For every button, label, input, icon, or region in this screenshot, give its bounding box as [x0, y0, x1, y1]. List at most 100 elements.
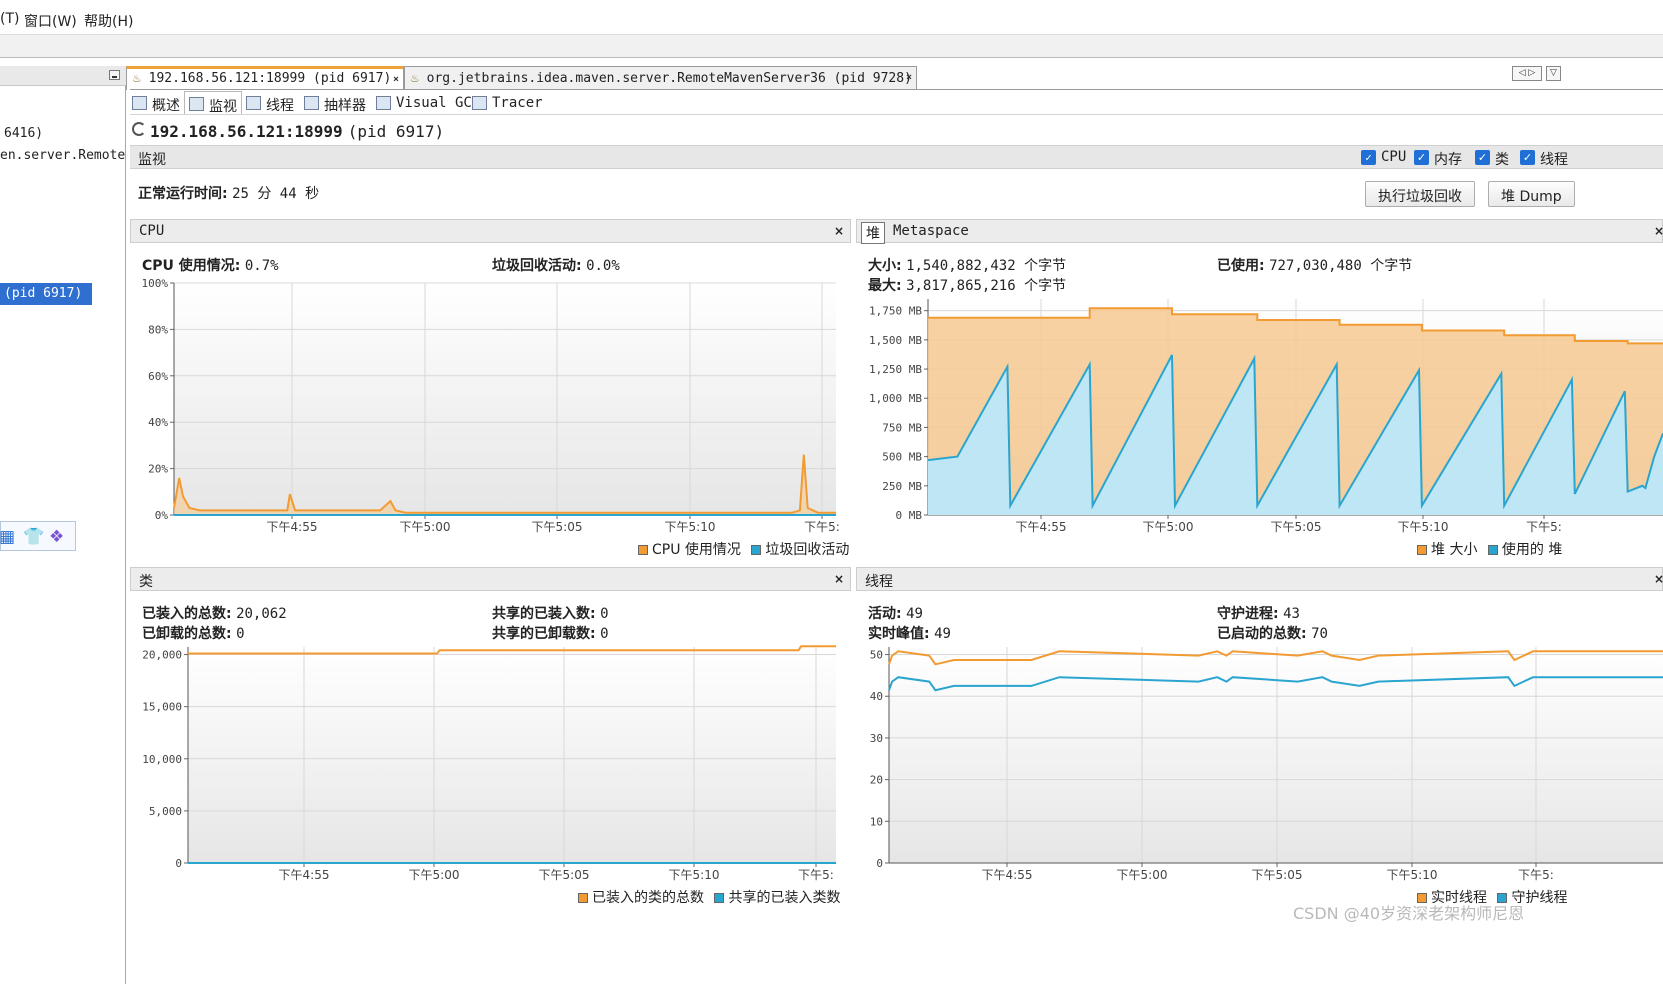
x-tick-label: 下午5:05 — [539, 868, 590, 882]
cpu-legend: CPU 使用情况 垃圾回收活动 — [632, 539, 849, 559]
subtab-overview[interactable]: 概述 — [128, 91, 184, 114]
shirt-icon[interactable]: 👕 — [23, 527, 44, 547]
cpu-usage-label: CPU 使用情况: — [142, 258, 241, 274]
grid-icon[interactable]: ▦ — [0, 527, 15, 547]
subtab-visual-gc[interactable]: Visual GC — [372, 91, 476, 114]
tab-list-dropdown[interactable]: ▽ — [1546, 66, 1561, 81]
overview-icon — [132, 96, 147, 110]
threads-peak-label: 实时峰值: — [868, 626, 930, 642]
x-tick-label: 下午5:00 — [409, 868, 460, 882]
tab-metaspace[interactable]: Metaspace — [893, 223, 969, 239]
subtab-sampler[interactable]: 抽样器 — [300, 91, 370, 114]
heap-dump-button[interactable]: 堆 Dump — [1488, 181, 1575, 207]
toolbar — [0, 34, 1663, 58]
y-tick-label: 0 MB — [896, 509, 923, 522]
uptime-label: 正常运行时间: — [138, 186, 228, 202]
classes-unloaded-label: 已卸载的总数: — [142, 626, 232, 642]
cpu-panel-header: CPU × — [130, 219, 851, 243]
legend-heap-used: 使用的 堆 — [1501, 542, 1563, 558]
applications-panel-header — [0, 66, 126, 86]
y-tick-label: 1,250 MB — [869, 363, 922, 376]
y-tick-label: 20 — [870, 774, 883, 787]
threads-live-stat: 活动: 49 — [868, 603, 923, 623]
shared-loaded-stat: 共享的已装入数: 0 — [492, 603, 609, 623]
heap-used-value: 727,030,480 个字节 — [1269, 258, 1413, 274]
apps-icon[interactable]: ❖ — [49, 527, 64, 547]
heap-max-label: 最大: — [868, 278, 902, 294]
cpu-usage-value: 0.7% — [244, 258, 279, 274]
classes-loaded-value: 20,062 — [236, 606, 287, 622]
tree-node-maven-server[interactable]: en.server.Remote — [0, 148, 125, 163]
subtab-tracer-label: Tracer — [492, 95, 543, 111]
shared-loaded-value: 0 — [600, 606, 609, 622]
gc-activity-label: 垃圾回收活动: — [492, 258, 582, 274]
tab-scroll-buttons[interactable]: ◁ ▷ — [1512, 66, 1542, 81]
y-tick-label: 500 MB — [882, 451, 922, 464]
checkbox-classes[interactable]: 类 — [1475, 149, 1509, 169]
tab-heap[interactable]: 堆 — [861, 222, 885, 244]
threads-daemon-value: 43 — [1283, 606, 1300, 622]
monitor-icon — [189, 97, 204, 111]
x-tick-label: 下午5:05 — [532, 520, 583, 534]
cpu-chart: 100% 80% 60% 40% 20% 0% 下午4:55 下午5:00 下午5:05 下午5:… — [142, 277, 840, 534]
threads-panel-title: 线程 — [865, 574, 893, 590]
menu-help[interactable]: 帮助(H) — [84, 11, 133, 31]
checkbox-memory[interactable]: 内存 — [1414, 149, 1462, 169]
x-tick-label: 下午4:55 — [1016, 520, 1067, 534]
tracer-icon — [472, 96, 487, 110]
applications-panel: 6416) en.server.Remote (pid 6917) ▦ 👕 ❖ — [0, 66, 126, 984]
threads-panel: 线程 × 活动: 49 实时峰值: 49 守护进程: 43 已启动的总数: 70… — [856, 567, 1663, 914]
subtab-tracer[interactable]: Tracer — [468, 91, 547, 114]
menu-window[interactable]: 窗口(W) — [24, 11, 77, 31]
close-icon[interactable]: × — [834, 572, 844, 586]
y-tick-label: 0 — [876, 857, 883, 870]
tree-node-6416[interactable]: 6416) — [4, 126, 43, 141]
x-tick-label: 下午5:10 — [669, 868, 720, 882]
checkbox-cpu[interactable]: CPU — [1361, 149, 1406, 165]
close-icon[interactable]: × — [393, 74, 399, 85]
monitor-label: 监视 — [138, 152, 166, 168]
x-tick-label: 下午5:05 — [1252, 868, 1303, 882]
heap-chart: 1,750 MB 1,500 MB 1,250 MB 1,000 MB 750 MB 50… — [869, 299, 1663, 534]
subtab-divider — [130, 114, 1663, 115]
close-icon[interactable]: × — [906, 72, 912, 83]
threads-live-label: 活动: — [868, 606, 902, 622]
close-icon[interactable]: × — [1654, 224, 1663, 238]
close-icon[interactable]: × — [834, 224, 844, 238]
tree-node-selected[interactable]: (pid 6917) — [0, 283, 92, 305]
threads-started-value: 70 — [1311, 626, 1328, 642]
tab-remote-jvm[interactable]: ♨ 192.168.56.121:18999 (pid 6917) × — [126, 66, 404, 90]
x-tick-label: 下午5:00 — [400, 520, 451, 534]
close-icon[interactable]: × — [1654, 572, 1663, 586]
heap-max-value: 3,817,865,216 个字节 — [906, 278, 1067, 294]
legend-cpu-usage: CPU 使用情况 — [652, 542, 741, 558]
classes-unloaded-stat: 已卸载的总数: 0 — [142, 623, 245, 643]
x-tick-label: 下午5:00 — [1143, 520, 1194, 534]
legend-heap-size: 堆 大小 — [1431, 542, 1478, 558]
shared-unloaded-label: 共享的已卸载数: — [492, 626, 596, 642]
monitor-bar: 监视 CPU 内存 类 线程 — [130, 145, 1663, 169]
tab-maven-server-label: org.jetbrains.idea.maven.server.RemoteMa… — [426, 71, 912, 86]
menu-tools[interactable]: (T) — [0, 11, 19, 27]
classes-loaded-label: 已装入的总数: — [142, 606, 232, 622]
perform-gc-button[interactable]: 执行垃圾回收 — [1365, 181, 1475, 207]
tab-maven-server[interactable]: ♨ org.jetbrains.idea.maven.server.Remote… — [404, 66, 917, 90]
subtab-visual-gc-label: Visual GC — [396, 95, 472, 111]
classes-legend: 已装入的类的总数 共享的已装入类数 — [572, 887, 840, 907]
loading-spinner-icon — [132, 122, 146, 136]
shared-unloaded-value: 0 — [600, 626, 609, 642]
x-tick-label: 下午5:00 — [1117, 868, 1168, 882]
checkbox-threads[interactable]: 线程 — [1520, 149, 1568, 169]
legend-swatch-heap-size — [1417, 545, 1427, 555]
heap-max-stat: 最大: 3,817,865,216 个字节 — [868, 275, 1066, 295]
x-tick-label: 下午5:05 — [1271, 520, 1322, 534]
subtab-threads[interactable]: 线程 — [242, 91, 298, 114]
y-tick-label: 1,750 MB — [869, 305, 922, 318]
classes-panel-header: 类 × — [130, 567, 851, 591]
shared-unloaded-stat: 共享的已卸载数: 0 — [492, 623, 609, 643]
minimize-icon[interactable] — [109, 70, 120, 80]
y-tick-label: 40 — [870, 690, 883, 703]
x-tick-label: 下午4:55 — [982, 868, 1033, 882]
subtab-monitor[interactable]: 监视 — [184, 91, 242, 115]
heap-size-value: 1,540,882,432 个字节 — [906, 258, 1067, 274]
